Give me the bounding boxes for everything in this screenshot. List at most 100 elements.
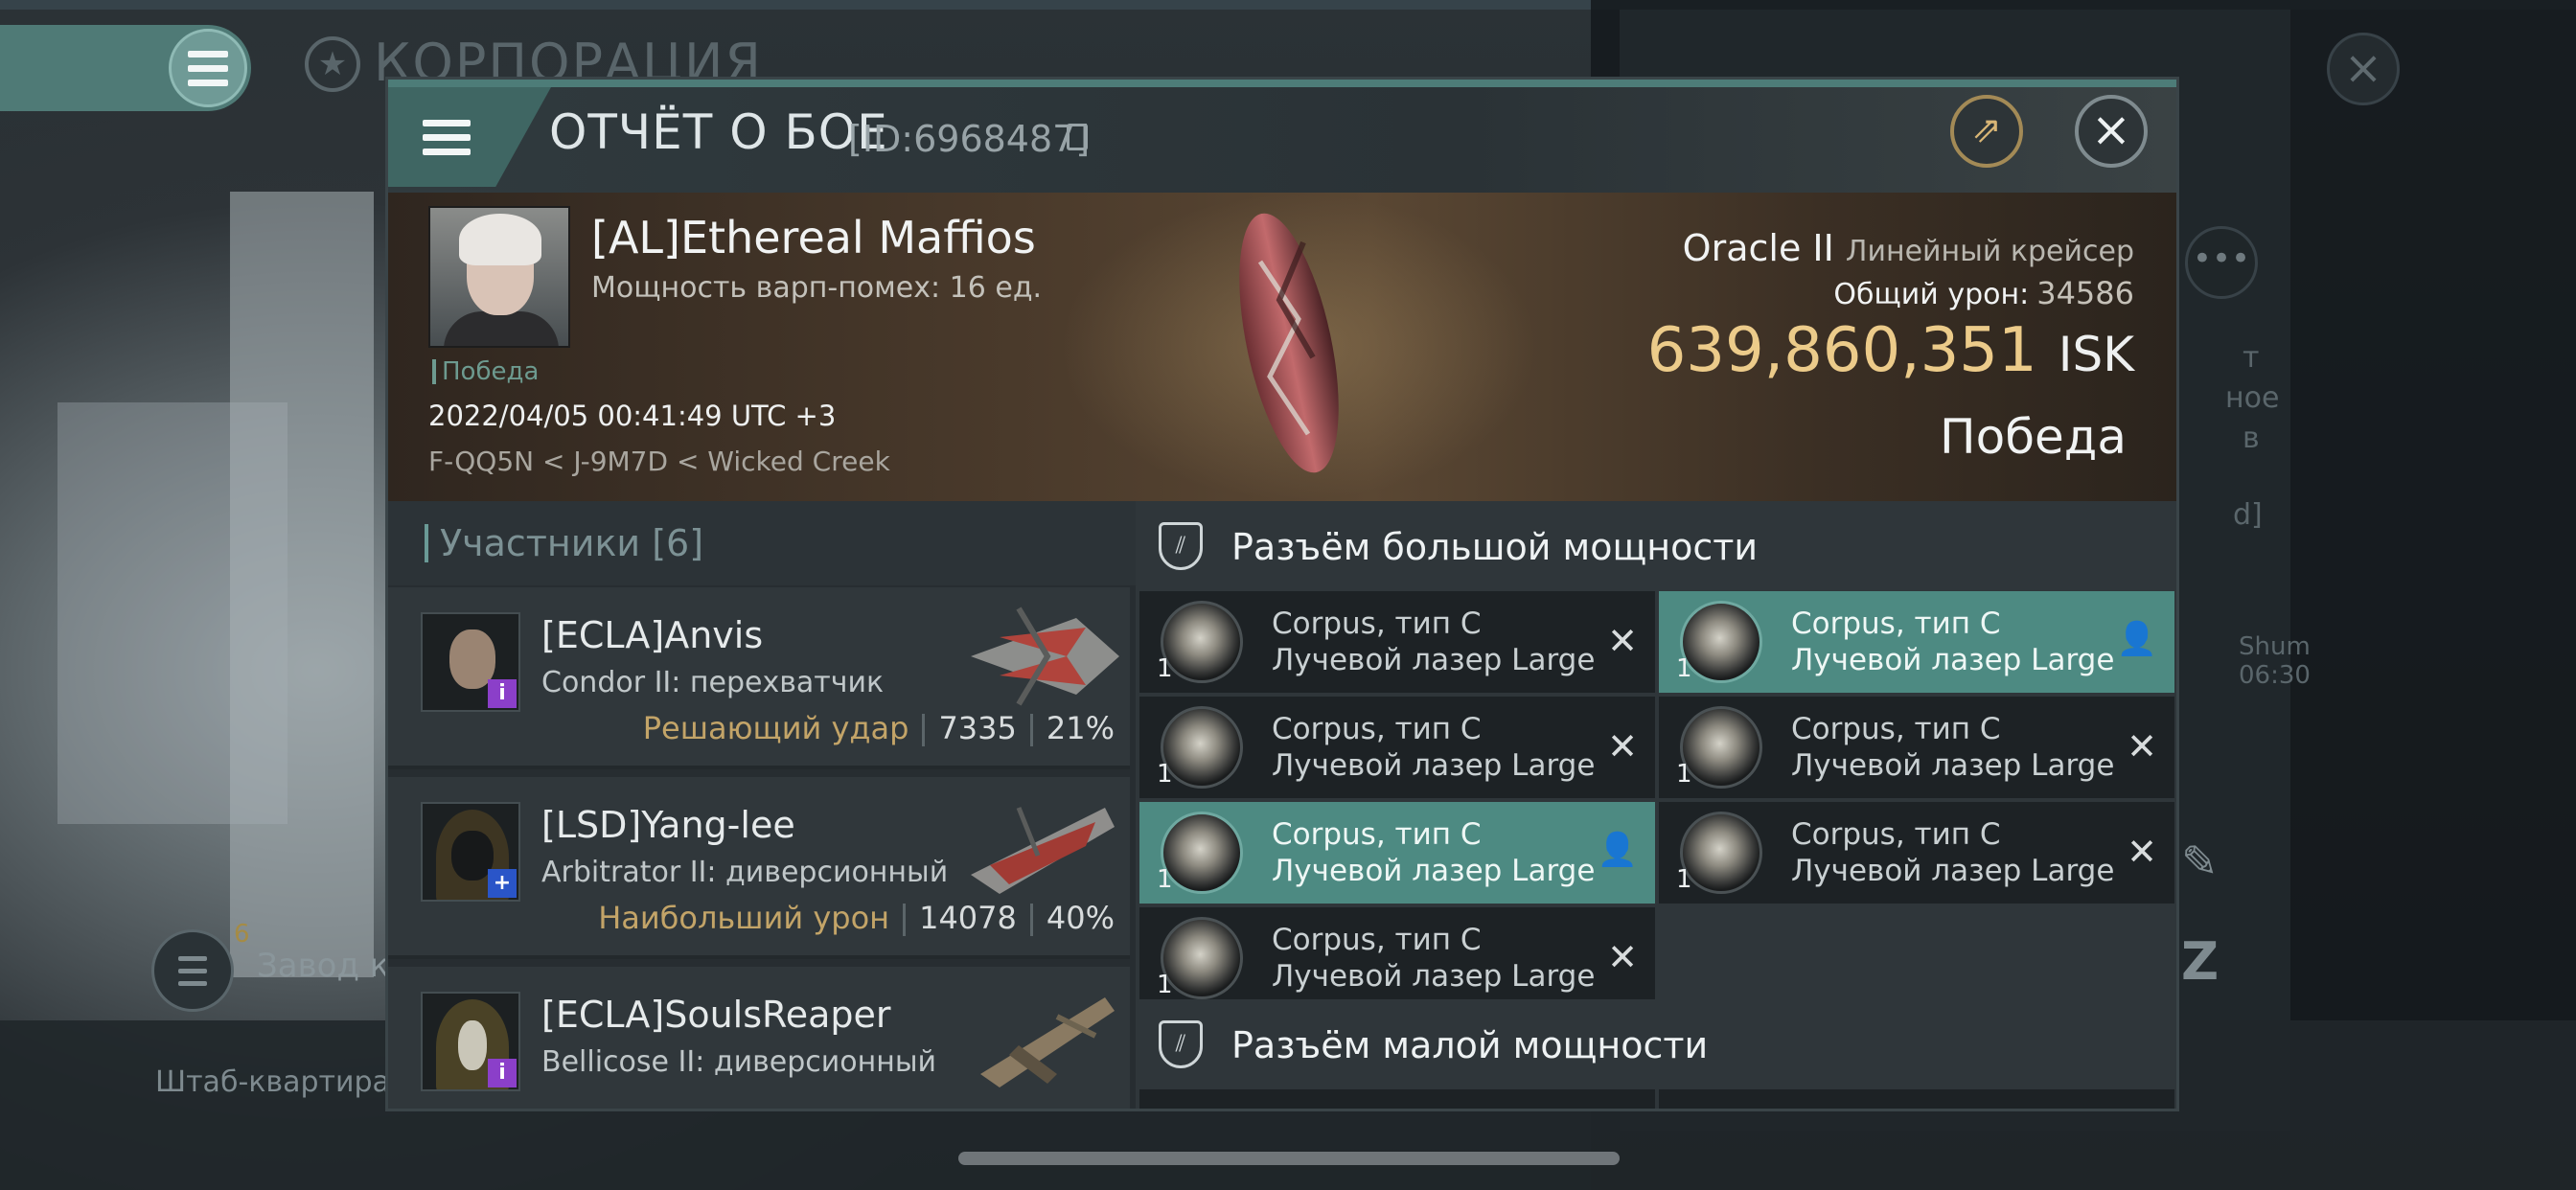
destroyed-icon: ✕ xyxy=(1607,620,1638,662)
side-text: 06:30 xyxy=(2239,661,2311,690)
top-damage-tag: Наибольший урон xyxy=(598,900,890,936)
copy-icon[interactable] xyxy=(1067,124,1088,150)
fitting-slot[interactable]: 1 Corpus, тип C Лучевой лазер Large 👤 xyxy=(1139,802,1655,904)
slot-quantity: 1 xyxy=(1157,865,1173,894)
final-blow-tag: Решающий удар xyxy=(642,710,909,746)
participants-panel[interactable]: Участники [6] i [ECLA]Anvis Condor II: п… xyxy=(388,501,1136,1109)
factory-menu-icon[interactable] xyxy=(151,929,234,1012)
participant-name: [LSD]Yang-lee xyxy=(541,804,795,846)
slot-module-name: Corpus, тип C xyxy=(1272,817,1482,852)
fitting-slot[interactable]: 1 Corpus, тип C Лучевой лазер Large ✕ xyxy=(1139,697,1655,798)
participant-damage: 7335 xyxy=(938,710,1017,746)
home-indicator[interactable] xyxy=(958,1152,1620,1165)
participant-percent: 21% xyxy=(1046,710,1115,746)
destroyed-icon: ✕ xyxy=(1607,725,1638,767)
more-options-button[interactable]: ••• xyxy=(2185,226,2258,299)
menu-icon xyxy=(423,119,471,155)
total-damage-label: Общий урон: xyxy=(1833,278,2030,311)
participant-ship: Bellicose II: диверсионный xyxy=(541,1045,937,1079)
total-damage: Общий урон: 34586 xyxy=(1833,275,2134,311)
victim-portrait[interactable] xyxy=(428,206,570,348)
fitting-slot[interactable]: 1 Corpus, тип C Лучевой лазер Large ✕ xyxy=(1659,697,2174,798)
side-text: ное xyxy=(2225,381,2280,415)
participant-row[interactable]: i [ECLA]SoulsReaper Bellicose II: диверс… xyxy=(388,967,1130,1109)
fittings-panel[interactable]: ⫽ Разъём большой мощности 1 Corpus, тип … xyxy=(1136,501,2176,1109)
low-slot-icon: ⫽ xyxy=(1159,1020,1203,1068)
slot-module-type: Лучевой лазер Large xyxy=(1272,959,1596,994)
corporation-star-icon: ★ xyxy=(305,36,360,92)
destroyed-icon: ✕ xyxy=(2127,725,2157,767)
main-menu-button[interactable] xyxy=(0,25,251,111)
participant-stats: Наибольший урон 14078 40% xyxy=(598,900,1115,936)
slot-quantity: 1 xyxy=(1676,865,1692,894)
participant-avatar[interactable]: + xyxy=(421,802,520,902)
combat-report-dialog: ОТЧЁТ О БОЕ [ID:6968487] ⇗ × [AL]Etherea… xyxy=(385,77,2179,1111)
headquarters-label[interactable]: Штаб-квартира К xyxy=(155,1065,420,1099)
outcome-label: Победа xyxy=(1940,409,2127,465)
corp-badge-icon: + xyxy=(488,869,517,898)
laser-module-icon xyxy=(1161,706,1243,789)
participant-row[interactable]: i [ECLA]Anvis Condor II: перехватчик Реш… xyxy=(388,587,1130,769)
sleep-settings-icon[interactable]: Z xyxy=(2181,931,2219,992)
dropped-person-icon: 👤 xyxy=(1597,831,1638,869)
edit-icon[interactable]: ✎ xyxy=(2181,835,2219,887)
slot-quantity: 1 xyxy=(1676,760,1692,789)
slot-quantity: 1 xyxy=(1157,971,1173,999)
dialog-accent-line xyxy=(388,80,2176,87)
high-slot-icon: ⫽ xyxy=(1159,522,1203,570)
slot-quantity: 1 xyxy=(1157,654,1173,683)
dialog-title: ОТЧЁТ О БОЕ xyxy=(549,104,888,160)
slot-module-name: Corpus, тип C xyxy=(1791,606,2001,641)
background-close-button[interactable]: × xyxy=(2327,33,2400,105)
participant-name: [ECLA]SoulsReaper xyxy=(541,994,891,1036)
fitting-slot[interactable]: 1 Corpus, тип C Лучевой лазер Large 👤 xyxy=(1659,591,2174,693)
participant-row[interactable]: + [LSD]Yang-lee Arbitrator II: диверсион… xyxy=(388,777,1130,959)
slot-module-name: Corpus, тип C xyxy=(1272,606,1482,641)
slot-module-type: Лучевой лазер Large xyxy=(1791,854,2115,888)
participant-damage: 14078 xyxy=(919,900,1017,936)
ship-name-text: Oracle II xyxy=(1682,227,1834,269)
destroyed-icon: ✕ xyxy=(2127,831,2157,873)
slot-module-type: Лучевой лазер Large xyxy=(1272,854,1596,888)
laser-module-icon xyxy=(1161,917,1243,999)
laser-module-icon xyxy=(1161,812,1243,894)
fitting-slot[interactable]: 1 Corpus, тип C Лучевой лазер Large ✕ xyxy=(1139,591,1655,693)
station-structure xyxy=(58,402,288,824)
laser-module-icon xyxy=(1161,601,1243,683)
laser-module-icon xyxy=(1680,812,1762,894)
participant-name: [ECLA]Anvis xyxy=(541,614,764,656)
report-datetime: 2022/04/05 00:41:49 UTC +3 xyxy=(428,400,837,432)
slot-module-name: Corpus, тип C xyxy=(1791,712,2001,746)
close-button[interactable]: × xyxy=(2075,95,2148,168)
ship-class: Линейный крейсер xyxy=(1845,235,2134,268)
participant-avatar[interactable]: i xyxy=(421,992,520,1091)
participant-avatar[interactable]: i xyxy=(421,612,520,712)
low-slot-title: Разъём малой мощности xyxy=(1231,1024,1709,1066)
factory-label[interactable]: Завод к xyxy=(257,947,389,985)
warp-strength: Мощность варп-помех: 16 ед. xyxy=(591,271,1043,305)
isk-value-row: 639,860,351 ISK xyxy=(1647,315,2134,386)
high-slot-title: Разъём большой мощности xyxy=(1231,526,1759,568)
fitting-slot[interactable]: 1 Corpus, тип C Лучевой лазер Large ✕ xyxy=(1139,907,1655,1009)
share-button[interactable]: ⇗ xyxy=(1950,95,2023,168)
laser-module-icon xyxy=(1680,706,1762,789)
slot-module-type: Лучевой лазер Large xyxy=(1791,748,2115,783)
share-icon: ⇗ xyxy=(1971,108,2002,150)
report-location[interactable]: F-QQ5N < J-9M7D < Wicked Creek xyxy=(428,446,890,477)
participant-ship-image xyxy=(971,807,1115,894)
victim-ship-image[interactable] xyxy=(1231,204,1346,482)
result-label: Победа xyxy=(432,359,539,384)
victim-ship-name[interactable]: Oracle II Линейный крейсер xyxy=(1683,227,2134,269)
fitting-slot[interactable] xyxy=(1139,1089,1655,1109)
side-text: в xyxy=(2242,422,2260,455)
side-text: Shum xyxy=(2239,632,2311,661)
participant-ship: Arbitrator II: диверсионный xyxy=(541,856,949,889)
fitting-slot[interactable]: 1 Corpus, тип C Лучевой лазер Large ✕ xyxy=(1659,802,2174,904)
slot-quantity: 1 xyxy=(1157,760,1173,789)
victim-name[interactable]: [AL]Ethereal Maffios xyxy=(591,212,1036,263)
corp-badge-icon: i xyxy=(488,679,517,708)
isk-value: 639,860,351 xyxy=(1646,315,2037,386)
participants-header: Участники [6] xyxy=(388,501,1136,585)
close-icon: × xyxy=(2091,102,2131,157)
fitting-slot[interactable] xyxy=(1659,1089,2174,1109)
